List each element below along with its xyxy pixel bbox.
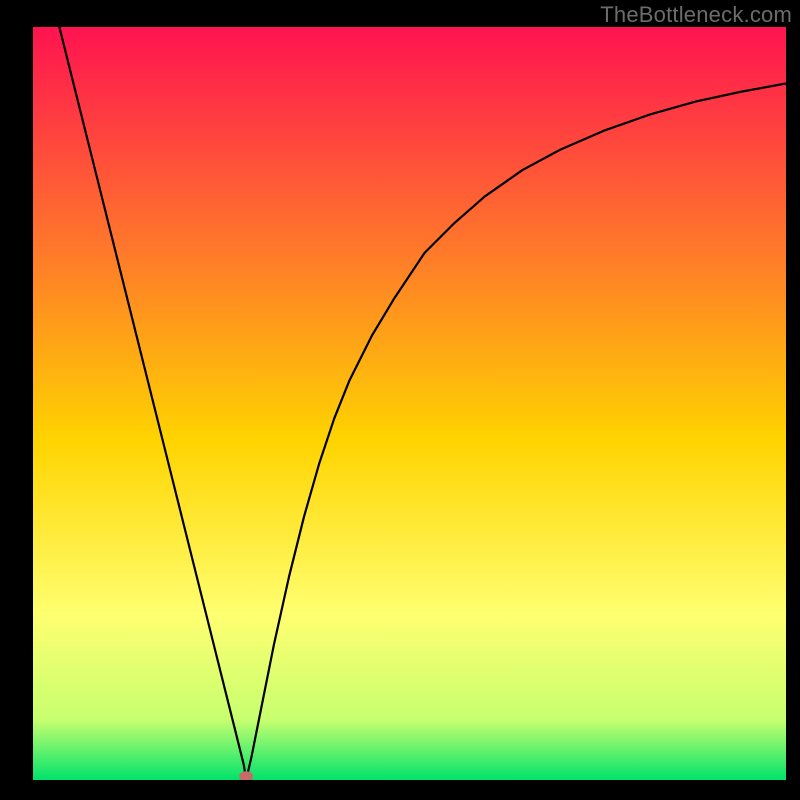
- gradient-background: [33, 27, 786, 780]
- optimal-point-marker: [239, 771, 253, 781]
- chart-frame: TheBottleneck.com: [0, 0, 800, 800]
- bottleneck-chart: [0, 0, 800, 800]
